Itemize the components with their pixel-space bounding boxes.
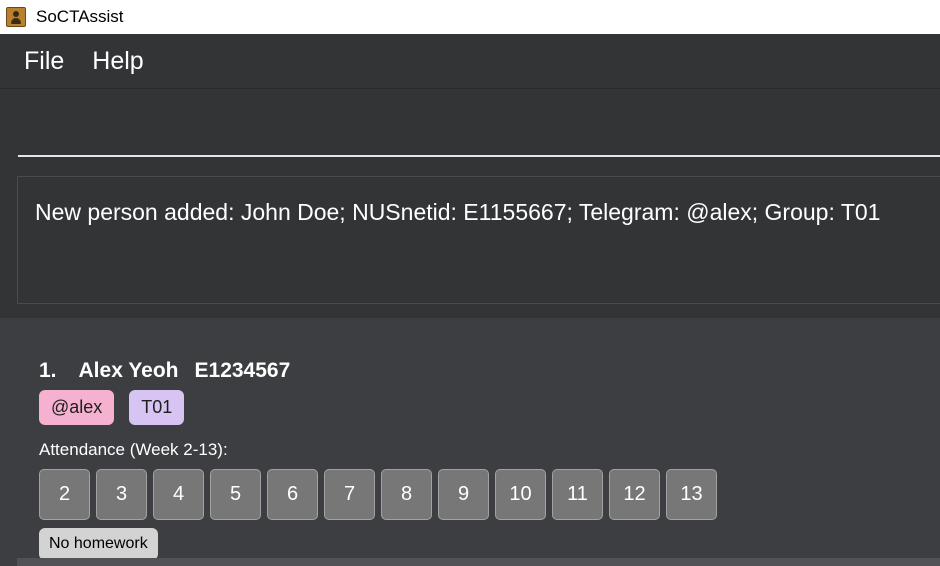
menu-bar: File Help (0, 34, 940, 88)
attendance-label: Attendance (Week 2-13): (39, 440, 228, 459)
command-input[interactable] (18, 89, 940, 157)
week-box-6[interactable]: 6 (267, 469, 318, 520)
person-index: 1. (39, 359, 57, 382)
group-tag: T01 (129, 390, 185, 425)
week-box-7[interactable]: 7 (324, 469, 375, 520)
app-icon (6, 7, 26, 27)
menu-help[interactable]: Help (92, 47, 143, 76)
week-box-9[interactable]: 9 (438, 469, 489, 520)
week-box-10[interactable]: 10 (495, 469, 546, 520)
week-box-4[interactable]: 4 (153, 469, 204, 520)
window-title: SoCTAssist (36, 7, 124, 26)
person-header: 1. Alex Yeoh E1234567 (39, 359, 290, 383)
result-display: New person added: John Doe; NUSnetid: E1… (17, 176, 940, 304)
window-titlebar: SoCTAssist (0, 0, 940, 34)
next-card-edge (17, 558, 940, 566)
command-box (0, 88, 940, 166)
week-box-11[interactable]: 11 (552, 469, 603, 520)
telegram-tag: @alex (39, 390, 115, 425)
menu-file[interactable]: File (24, 47, 64, 76)
person-card[interactable]: 1. Alex Yeoh E1234567 @alex T01 Attendan… (17, 332, 940, 560)
week-box-12[interactable]: 12 (609, 469, 660, 520)
person-list[interactable]: 1. Alex Yeoh E1234567 @alex T01 Attendan… (0, 318, 940, 566)
week-box-13[interactable]: 13 (666, 469, 717, 520)
result-panel: New person added: John Doe; NUSnetid: E1… (0, 166, 940, 318)
homework-badge: No homework (39, 528, 158, 560)
attendance-weeks: 2 3 4 5 6 7 8 9 10 11 12 13 (39, 469, 723, 520)
week-box-2[interactable]: 2 (39, 469, 90, 520)
week-box-8[interactable]: 8 (381, 469, 432, 520)
person-name: Alex Yeoh (78, 359, 179, 382)
week-box-3[interactable]: 3 (96, 469, 147, 520)
week-box-5[interactable]: 5 (210, 469, 261, 520)
result-message: New person added: John Doe; NUSnetid: E1… (35, 199, 881, 225)
person-netid: E1234567 (194, 359, 291, 382)
person-tags: @alex T01 (39, 390, 199, 425)
